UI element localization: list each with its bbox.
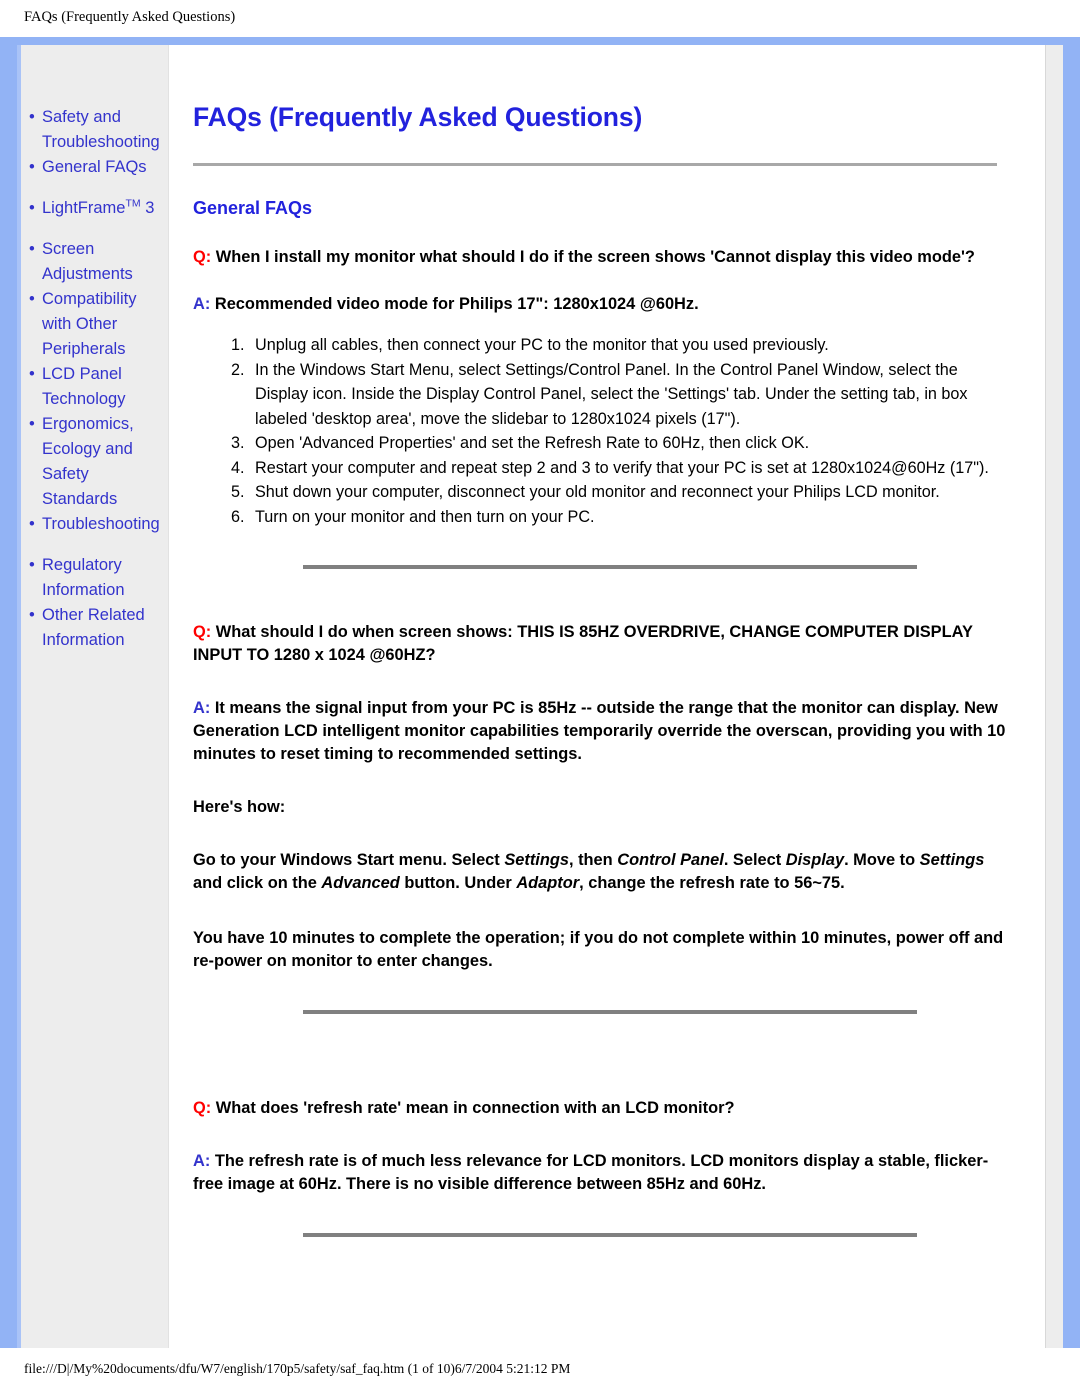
- sidebar-item-lcd-panel-technology[interactable]: LCD Panel Technology: [29, 362, 164, 412]
- page-canvas: Safety and Troubleshooting General FAQs …: [17, 45, 1063, 1348]
- sidebar-item-screen-adjustments[interactable]: Screen Adjustments: [29, 237, 164, 287]
- section-title-general-faqs: General FAQs: [193, 198, 313, 218]
- instruction-part: , then: [568, 851, 618, 869]
- section-divider-3: [303, 1233, 917, 1237]
- trademark-superscript: TM: [125, 197, 141, 210]
- answer-text: It means the signal input from your PC i…: [193, 699, 1006, 763]
- answer-2: A: It means the signal input from your P…: [193, 697, 1007, 766]
- instruction-paragraph: Go to your Windows Start menu. Select Se…: [193, 849, 1007, 895]
- instruction-part-italic: Settings: [504, 851, 569, 869]
- note-paragraph: You have 10 minutes to complete the oper…: [193, 929, 1004, 970]
- instruction-part-italic: Control Panel: [617, 851, 724, 869]
- answer-marker: A:: [193, 1152, 211, 1170]
- sidebar-item-safety-and-troubleshooting[interactable]: Safety and Troubleshooting: [29, 105, 164, 155]
- instruction-part: . Move to: [844, 851, 920, 869]
- sidebar-navigation: Safety and Troubleshooting General FAQs …: [21, 45, 169, 1348]
- answer-marker: A:: [193, 699, 211, 717]
- instruction-part: and click on the: [193, 874, 322, 892]
- question-3: Q: What does 'refresh rate' mean in conn…: [193, 1097, 1007, 1120]
- step-item: Turn on your monitor and then turn on yo…: [249, 505, 1007, 530]
- content-inner: FAQs (Frequently Asked Questions) Genera…: [169, 45, 1063, 1237]
- step-item: Shut down your computer, disconnect your…: [249, 480, 1007, 505]
- print-footer-path: file:///D|/My%20documents/dfu/W7/english…: [0, 1348, 1080, 1397]
- page-title: FAQs (Frequently Asked Questions): [193, 102, 643, 132]
- instruction-part: Go to your Windows Start menu. Select: [193, 851, 505, 869]
- step-item: In the Windows Start Menu, select Settin…: [249, 358, 1007, 432]
- step-item: Open 'Advanced Properties' and set the R…: [249, 431, 1007, 456]
- sidebar-item-ergonomics-ecology-and-safety-standards[interactable]: Ergonomics, Ecology and Safety Standards: [29, 412, 164, 512]
- main-content: FAQs (Frequently Asked Questions) Genera…: [169, 45, 1063, 1348]
- question-text: When I install my monitor what should I …: [215, 248, 975, 266]
- question-text: What does 'refresh rate' mean in connect…: [215, 1099, 735, 1117]
- answer-text: Recommended video mode for Philips 17": …: [214, 295, 699, 313]
- sidebar-item-other-related-information[interactable]: Other Related Information: [29, 603, 164, 653]
- answer-text: The refresh rate is of much less relevan…: [193, 1152, 989, 1193]
- page-blue-frame: Safety and Troubleshooting General FAQs …: [0, 37, 1080, 1348]
- question-text: What should I do when screen shows: THIS…: [193, 623, 973, 664]
- sidebar-item-compatibility-with-other-peripherals[interactable]: Compatibility with Other Peripherals: [29, 287, 164, 362]
- answer-marker: A:: [193, 295, 211, 313]
- heres-how-label: Here's how:: [193, 798, 286, 816]
- answer-3: A: The refresh rate is of much less rele…: [193, 1150, 1007, 1196]
- step-item: Unplug all cables, then connect your PC …: [249, 333, 1007, 358]
- steps-list-1: Unplug all cables, then connect your PC …: [193, 333, 1007, 529]
- sidebar-item-general-faqs[interactable]: General FAQs: [29, 155, 164, 180]
- question-marker: Q:: [193, 623, 212, 641]
- instruction-part-italic: Display: [785, 851, 845, 869]
- section-divider-1: [303, 565, 917, 569]
- answer-1: A: Recommended video mode for Philips 17…: [193, 293, 1007, 316]
- section-divider-2: [303, 1010, 917, 1014]
- instruction-part: , change the refresh rate to 56~75.: [579, 874, 845, 892]
- instruction-part: button. Under: [399, 874, 517, 892]
- instruction-part-italic: Adaptor: [516, 874, 580, 892]
- sidebar-item-lightframe-3[interactable]: LightFrameTM 3: [29, 196, 164, 221]
- question-1: Q: When I install my monitor what should…: [193, 246, 1007, 269]
- instruction-part-italic: Advanced: [321, 874, 400, 892]
- instruction-part: . Select: [723, 851, 786, 869]
- instruction-part-italic: Settings: [919, 851, 985, 869]
- question-marker: Q:: [193, 248, 212, 266]
- question-2: Q: What should I do when screen shows: T…: [193, 621, 1007, 667]
- sidebar-item-label-lightframe-suffix: 3: [140, 199, 155, 217]
- right-gutter-strip: [1045, 45, 1063, 1348]
- sidebar-nav-list: Safety and Troubleshooting General FAQs …: [21, 105, 168, 653]
- title-divider: [193, 163, 997, 166]
- sidebar-item-regulatory-information[interactable]: Regulatory Information: [29, 553, 164, 603]
- qa-block-2: Q: What should I do when screen shows: T…: [193, 621, 1007, 973]
- step-item: Restart your computer and repeat step 2 …: [249, 456, 1007, 481]
- question-marker: Q:: [193, 1099, 212, 1117]
- qa-block-3: Q: What does 'refresh rate' mean in conn…: [193, 1097, 1007, 1196]
- print-header-title: FAQs (Frequently Asked Questions): [0, 0, 1080, 37]
- qa-block-1: Q: When I install my monitor what should…: [193, 246, 1007, 529]
- sidebar-item-label-lightframe: LightFrame: [42, 199, 126, 217]
- sidebar-item-troubleshooting[interactable]: Troubleshooting: [29, 512, 164, 537]
